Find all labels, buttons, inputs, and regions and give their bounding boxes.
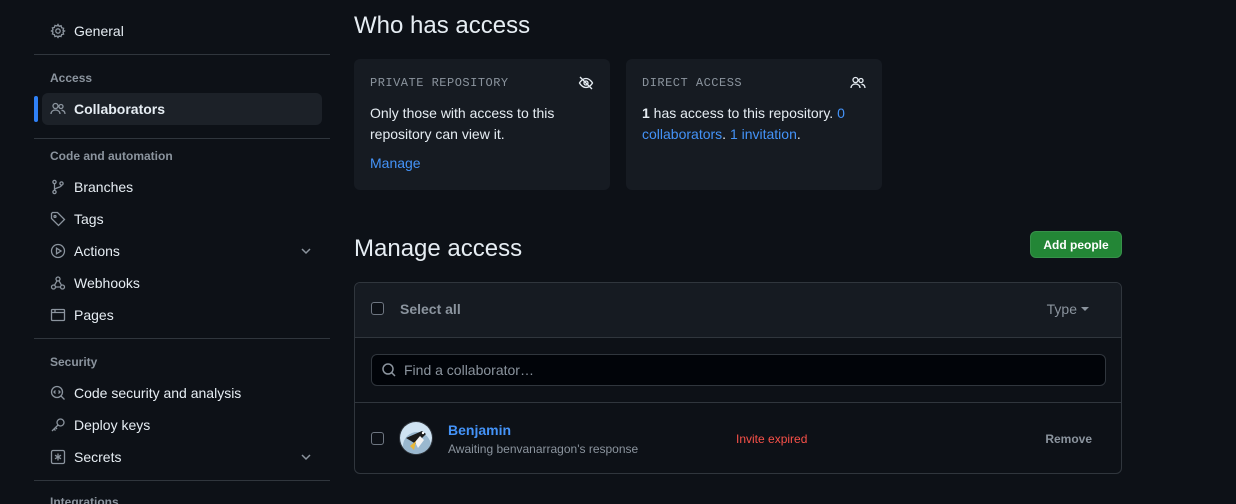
sidebar-item-label: Deploy keys [74, 417, 151, 433]
tag-icon [50, 211, 66, 227]
play-icon [50, 243, 66, 259]
chevron-down-icon[interactable] [298, 243, 314, 259]
settings-sidebar: General Access Collaborators Code and au… [34, 0, 330, 504]
invite-status: Invite expired [736, 432, 808, 446]
card-body: 1 has access to this repository. 0 colla… [642, 103, 866, 145]
sidebar-item-deploy-keys[interactable]: Deploy keys [42, 409, 322, 441]
member-subtitle: Awaiting benvanarragon's response [448, 442, 639, 456]
private-repository-card: PRIVATE REPOSITORY Only those with acces… [354, 59, 610, 190]
eye-closed-icon [578, 76, 594, 90]
manage-link[interactable]: Manage [370, 155, 421, 171]
sidebar-item-tags[interactable]: Tags [42, 203, 322, 235]
webhook-icon [50, 276, 66, 290]
section-label-access: Access [50, 71, 93, 85]
access-text: has access to this repository. [649, 105, 838, 121]
sidebar-item-label: Code security and analysis [74, 385, 242, 401]
sidebar-item-label: Webhooks [74, 275, 140, 291]
remove-button[interactable]: Remove [1045, 432, 1092, 446]
select-all-label[interactable]: Select all [400, 301, 461, 317]
sidebar-divider [34, 480, 330, 481]
sidebar-item-secrets[interactable]: Secrets [42, 441, 322, 473]
sidebar-item-label: Secrets [74, 449, 122, 465]
type-filter-dropdown[interactable]: Type [1047, 301, 1089, 317]
sidebar-item-label: Actions [74, 243, 120, 259]
asterisk-icon [50, 449, 66, 465]
key-icon [51, 418, 65, 432]
sidebar-item-general[interactable]: General [42, 15, 322, 47]
branch-icon [52, 179, 64, 195]
sidebar-item-label: Collaborators [74, 101, 166, 117]
caret-down-icon [1081, 307, 1089, 311]
search-icon [382, 363, 396, 377]
sidebar-item-label: Pages [74, 307, 114, 323]
sidebar-item-label: Branches [74, 179, 134, 195]
search-row [355, 338, 1121, 403]
invitation-link[interactable]: 1 invitation [730, 126, 797, 142]
codescan-icon [50, 385, 65, 400]
sidebar-item-webhooks[interactable]: Webhooks [42, 267, 322, 299]
active-indicator [34, 96, 38, 122]
sidebar-item-pages[interactable]: Pages [42, 299, 322, 331]
separator-text: . [722, 126, 730, 142]
sidebar-item-actions[interactable]: Actions [42, 235, 322, 267]
section-label-integrations: Integrations [50, 495, 119, 504]
member-checkbox[interactable] [371, 432, 384, 445]
card-body: Only those with access to this repositor… [370, 105, 555, 142]
browser-icon [50, 308, 66, 322]
type-filter-label: Type [1046, 301, 1077, 317]
card-heading: DIRECT ACCESS [642, 76, 743, 90]
sidebar-item-collaborators[interactable]: Collaborators [42, 93, 322, 125]
avatar[interactable] [399, 421, 433, 455]
section-label-security: Security [50, 355, 98, 369]
sidebar-divider [34, 54, 330, 55]
direct-access-card: DIRECT ACCESS 1 has access to this repos… [626, 59, 882, 190]
gear-icon [50, 23, 66, 39]
access-count: 1 [642, 105, 650, 121]
sidebar-item-label: Tags [74, 211, 104, 227]
people-icon [850, 76, 866, 89]
section-title-manage-access: Manage access [354, 235, 523, 262]
avatar-image [400, 422, 432, 454]
end-text: . [796, 126, 801, 142]
page-title: Who has access [354, 12, 531, 39]
sidebar-item-label: General [74, 23, 124, 39]
sidebar-item-branches[interactable]: Branches [42, 171, 322, 203]
select-all-checkbox[interactable] [371, 302, 384, 315]
sidebar-item-code-security[interactable]: Code security and analysis [42, 377, 322, 409]
collaborators-box: Select all Type Benjamin [354, 282, 1122, 474]
sidebar-divider [34, 138, 330, 139]
card-heading: PRIVATE REPOSITORY [370, 76, 509, 90]
people-icon [50, 102, 66, 115]
section-label-code-automation: Code and automation [50, 149, 173, 163]
add-people-button[interactable]: Add people [1030, 231, 1122, 258]
table-row: Benjamin Awaiting benvanarragon's respon… [355, 403, 1121, 473]
chevron-down-icon[interactable] [298, 449, 314, 465]
box-header: Select all Type [355, 283, 1121, 338]
collaborator-search-input[interactable] [371, 354, 1106, 386]
sidebar-divider [34, 338, 330, 339]
main-content: Who has access PRIVATE REPOSITORY Only t… [354, 0, 1122, 504]
member-name-link[interactable]: Benjamin [448, 422, 511, 438]
